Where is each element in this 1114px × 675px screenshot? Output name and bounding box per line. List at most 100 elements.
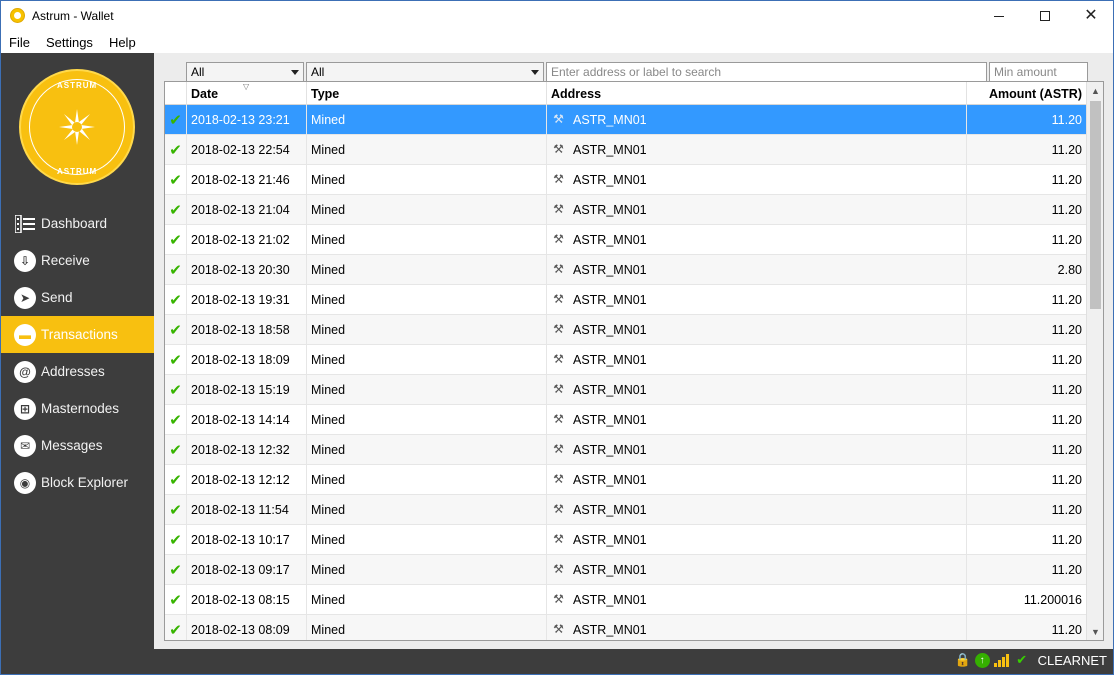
table-row[interactable]: ✔ 2018-02-13 18:09 Mined ⚒ ASTR_MN01 11.20 <box>165 345 1087 375</box>
status-cell: ✔ <box>165 405 187 434</box>
scrollbar-thumb[interactable] <box>1090 101 1101 309</box>
date-filter-select[interactable]: All <box>186 62 304 82</box>
table-row[interactable]: ✔ 2018-02-13 14:14 Mined ⚒ ASTR_MN01 11.20 <box>165 405 1087 435</box>
address-cell: ⚒ ASTR_MN01 <box>547 285 967 314</box>
date-cell: 2018-02-13 21:46 <box>187 165 307 194</box>
minimize-button[interactable] <box>976 1 1022 31</box>
menu-file[interactable]: File <box>1 35 38 50</box>
maximize-button[interactable] <box>1022 1 1068 31</box>
check-icon: ✔ <box>169 201 182 219</box>
chevron-down-icon <box>531 70 539 75</box>
pickaxe-icon: ⚒ <box>553 622 564 636</box>
menu-settings[interactable]: Settings <box>38 35 101 50</box>
table-row[interactable]: ✔ 2018-02-13 19:31 Mined ⚒ ASTR_MN01 11.20 <box>165 285 1087 315</box>
address-cell: ⚒ ASTR_MN01 <box>547 495 967 524</box>
amount-cell: 11.20 <box>967 135 1087 164</box>
status-cell: ✔ <box>165 105 187 134</box>
table-row[interactable]: ✔ 2018-02-13 12:32 Mined ⚒ ASTR_MN01 11.20 <box>165 435 1087 465</box>
table-body: ✔ 2018-02-13 23:21 Mined ⚒ ASTR_MN01 11.20 ✔ 20… <box>165 105 1087 640</box>
minimize-icon <box>994 15 1004 17</box>
receive-icon: ⇩ <box>14 250 36 272</box>
address-text: ASTR_MN01 <box>573 592 647 607</box>
close-button[interactable]: ✕ <box>1068 1 1114 31</box>
connections-signal-icon[interactable] <box>993 653 1010 667</box>
scroll-down-icon[interactable]: ▼ <box>1087 623 1103 640</box>
date-cell: 2018-02-13 21:02 <box>187 225 307 254</box>
sync-up-icon[interactable]: ↑ <box>974 652 990 668</box>
amount-cell: 2.80 <box>967 255 1087 284</box>
table-row[interactable]: ✔ 2018-02-13 23:21 Mined ⚒ ASTR_MN01 11.20 <box>165 105 1087 135</box>
table-row[interactable]: ✔ 2018-02-13 21:02 Mined ⚒ ASTR_MN01 11.20 <box>165 225 1087 255</box>
pickaxe-icon: ⚒ <box>553 382 564 396</box>
table-row[interactable]: ✔ 2018-02-13 10:17 Mined ⚒ ASTR_MN01 11.20 <box>165 525 1087 555</box>
chevron-down-icon <box>291 70 299 75</box>
table-row[interactable]: ✔ 2018-02-13 09:17 Mined ⚒ ASTR_MN01 11.20 <box>165 555 1087 585</box>
date-column-header[interactable]: Date ▽ <box>187 82 307 105</box>
pickaxe-icon: ⚒ <box>553 352 564 366</box>
nav-item-receive[interactable]: ⇩ Receive <box>1 242 154 279</box>
address-column-header[interactable]: Address <box>547 82 967 105</box>
table-row[interactable]: ✔ 2018-02-13 08:09 Mined ⚒ ASTR_MN01 11.20 <box>165 615 1087 640</box>
status-cell: ✔ <box>165 165 187 194</box>
table-row[interactable]: ✔ 2018-02-13 12:12 Mined ⚒ ASTR_MN01 11.20 <box>165 465 1087 495</box>
check-icon: ✔ <box>169 381 182 399</box>
amount-cell: 11.20 <box>967 195 1087 224</box>
status-cell: ✔ <box>165 345 187 374</box>
nav-item-block-explorer[interactable]: ◉ Block Explorer <box>1 464 154 501</box>
network-label: CLEARNET <box>1037 652 1107 668</box>
at-icon: @ <box>14 361 36 383</box>
amount-cell: 11.20 <box>967 315 1087 344</box>
type-filter-value: All <box>311 65 325 79</box>
type-column-header[interactable]: Type <box>307 82 547 105</box>
date-cell: 2018-02-13 12:32 <box>187 435 307 464</box>
address-cell: ⚒ ASTR_MN01 <box>547 195 967 224</box>
status-cell: ✔ <box>165 135 187 164</box>
menu-help[interactable]: Help <box>101 35 144 50</box>
status-column-header[interactable] <box>165 82 187 105</box>
table-row[interactable]: ✔ 2018-02-13 11:54 Mined ⚒ ASTR_MN01 11.20 <box>165 495 1087 525</box>
pickaxe-icon: ⚒ <box>553 412 564 426</box>
table-row[interactable]: ✔ 2018-02-13 20:30 Mined ⚒ ASTR_MN01 2.80 <box>165 255 1087 285</box>
nav-item-transactions[interactable]: ▬ Transactions <box>1 316 154 353</box>
pickaxe-icon: ⚒ <box>553 322 564 336</box>
table-header: Date ▽ Type Address Amount (ASTR) <box>165 82 1087 105</box>
min-amount-input[interactable]: Min amount <box>989 62 1088 82</box>
date-cell: 2018-02-13 14:14 <box>187 405 307 434</box>
pickaxe-icon: ⚒ <box>553 142 564 156</box>
pickaxe-icon: ⚒ <box>553 532 564 546</box>
amount-cell: 11.20 <box>967 225 1087 254</box>
nav-item-masternodes[interactable]: ⊞ Masternodes <box>1 390 154 427</box>
status-cell: ✔ <box>165 315 187 344</box>
scroll-up-icon[interactable]: ▲ <box>1087 82 1103 99</box>
block-explorer-icon: ◉ <box>14 472 36 494</box>
nav-item-messages[interactable]: ✉ Messages <box>1 427 154 464</box>
amount-column-header[interactable]: Amount (ASTR) <box>967 82 1087 105</box>
address-text: ASTR_MN01 <box>573 412 647 427</box>
wallet-window: Astrum - Wallet ✕ File Settings Help AST… <box>0 0 1114 675</box>
type-cell: Mined <box>307 465 547 494</box>
pickaxe-icon: ⚒ <box>553 232 564 246</box>
type-cell: Mined <box>307 585 547 614</box>
nav-item-dashboard[interactable]: Dashboard <box>1 205 154 242</box>
table-row[interactable]: ✔ 2018-02-13 22:54 Mined ⚒ ASTR_MN01 11.20 <box>165 135 1087 165</box>
amount-cell: 11.20 <box>967 525 1087 554</box>
address-cell: ⚒ ASTR_MN01 <box>547 435 967 464</box>
transactions-icon: ▬ <box>14 324 36 346</box>
vertical-scrollbar[interactable]: ▲ ▼ <box>1086 82 1103 640</box>
address-search-input[interactable]: Enter address or label to search <box>546 62 987 82</box>
table-row[interactable]: ✔ 2018-02-13 18:58 Mined ⚒ ASTR_MN01 11.20 <box>165 315 1087 345</box>
table-row[interactable]: ✔ 2018-02-13 08:15 Mined ⚒ ASTR_MN01 11.20001… <box>165 585 1087 615</box>
check-icon: ✔ <box>169 441 182 459</box>
table-row[interactable]: ✔ 2018-02-13 15:19 Mined ⚒ ASTR_MN01 11.20 <box>165 375 1087 405</box>
nav-item-addresses[interactable]: @ Addresses <box>1 353 154 390</box>
table-row[interactable]: ✔ 2018-02-13 21:04 Mined ⚒ ASTR_MN01 11.20 <box>165 195 1087 225</box>
address-text: ASTR_MN01 <box>573 442 647 457</box>
check-icon: ✔ <box>169 171 182 189</box>
min-amount-placeholder: Min amount <box>994 65 1057 79</box>
table-row[interactable]: ✔ 2018-02-13 21:46 Mined ⚒ ASTR_MN01 11.20 <box>165 165 1087 195</box>
amount-header-label: Amount (ASTR) <box>988 86 1082 101</box>
nav-item-send[interactable]: ➤ Send <box>1 279 154 316</box>
lock-icon[interactable]: 🔒 <box>955 652 971 668</box>
synced-check-icon[interactable]: ✔ <box>1014 652 1030 668</box>
type-filter-select[interactable]: All <box>306 62 544 82</box>
